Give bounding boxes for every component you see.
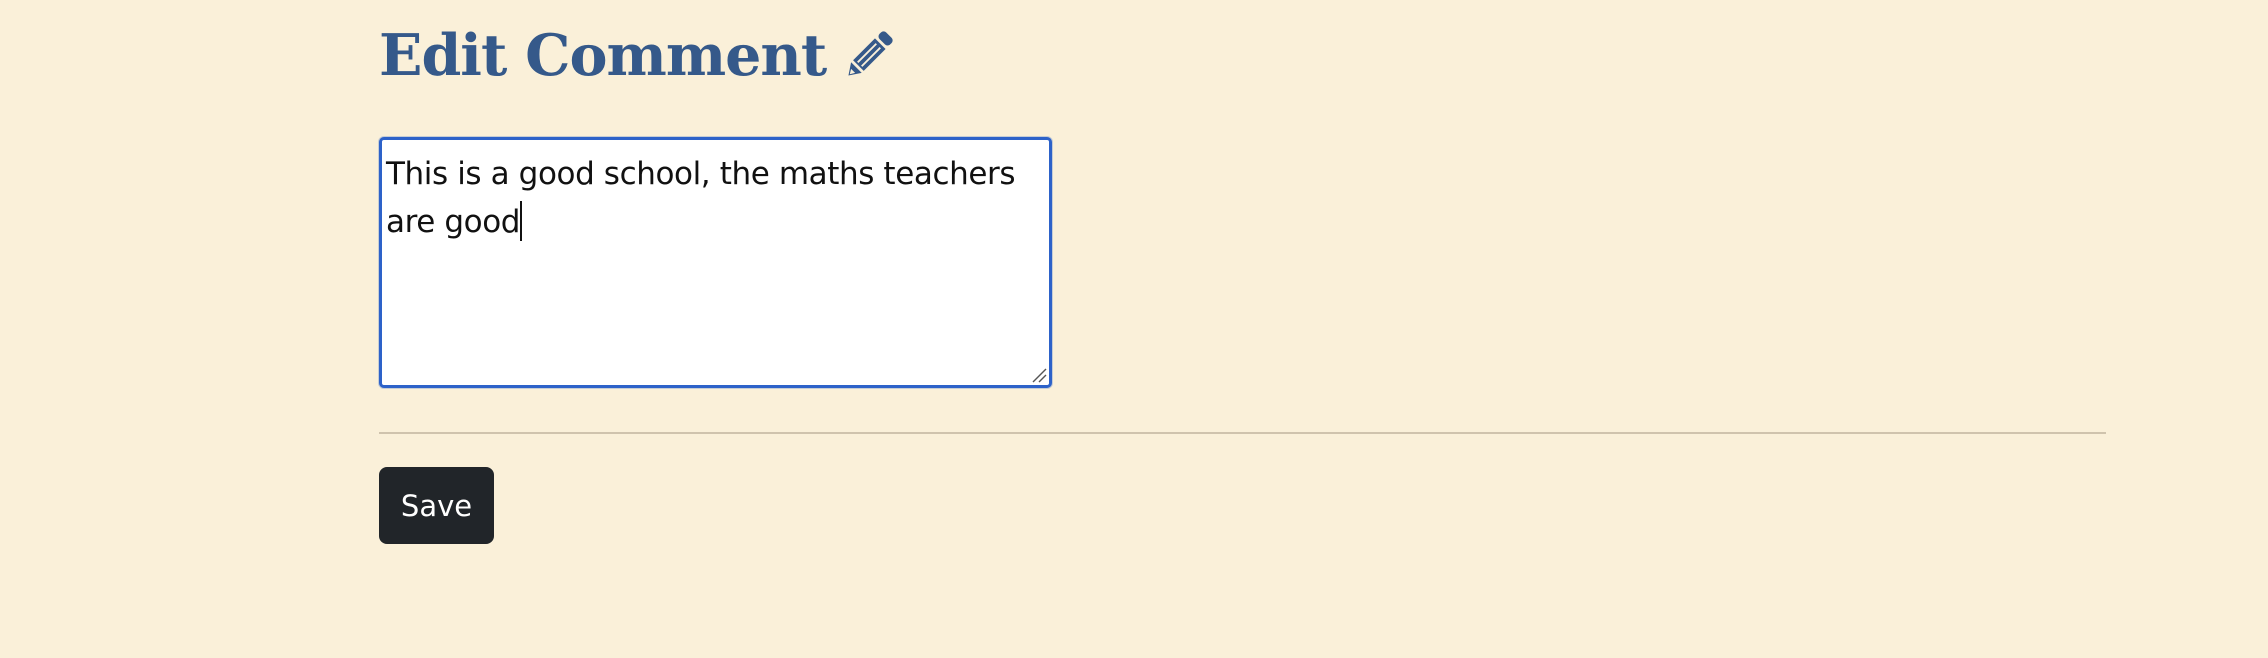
comment-textarea[interactable]: This is a good school, the maths teacher… — [379, 137, 1052, 388]
edit-comment-form: Edit Comment This is a good school, the … — [379, 0, 2106, 658]
text-caret — [520, 201, 523, 241]
save-button[interactable]: Save — [379, 467, 494, 544]
page-title: Edit Comment — [379, 21, 827, 89]
comment-text: This is a good school, the maths teacher… — [386, 156, 1025, 240]
pencil-icon — [839, 25, 899, 85]
title-row: Edit Comment — [379, 14, 899, 96]
resize-handle-icon[interactable] — [1031, 367, 1047, 383]
form-divider — [379, 432, 2106, 434]
